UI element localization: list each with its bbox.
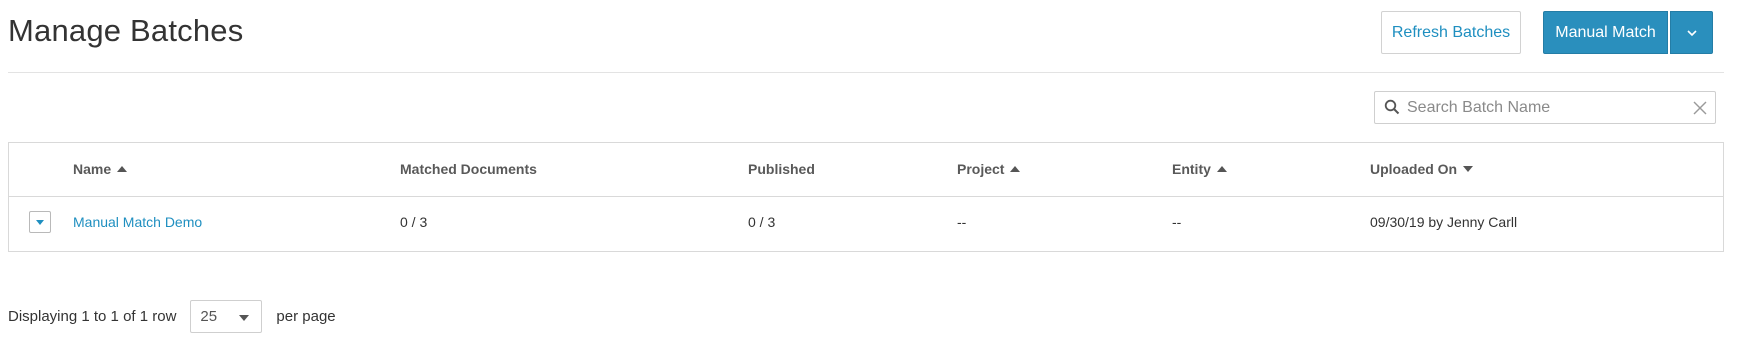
per-page-value: 25 (200, 308, 218, 325)
column-header-entity[interactable]: Entity (1172, 161, 1227, 177)
manual-match-dropdown-button[interactable] (1670, 11, 1713, 54)
clear-icon[interactable] (1692, 100, 1708, 116)
column-header-name[interactable]: Name (73, 161, 128, 177)
table-row: Manual Match Demo 0 / 3 0 / 3 -- -- 09/3… (9, 197, 1723, 251)
chevron-down-icon (239, 315, 250, 321)
sort-asc-icon (1216, 166, 1227, 172)
column-header-label: Uploaded On (1370, 161, 1458, 177)
pagination-footer: Displaying 1 to 1 of 1 row 25 per page (8, 300, 336, 333)
column-header-matched-documents: Matched Documents (400, 161, 537, 177)
entity-cell: -- (1172, 214, 1182, 230)
manual-match-button[interactable]: Manual Match (1543, 11, 1668, 54)
sort-asc-icon (1010, 166, 1021, 172)
per-page-label: per page (276, 308, 336, 325)
uploaded-on-cell: 09/30/19 by Jenny Carll (1370, 214, 1518, 230)
project-cell: -- (957, 214, 967, 230)
search-input[interactable] (1407, 93, 1677, 122)
displaying-count-text: Displaying 1 to 1 of 1 row (8, 308, 177, 325)
expand-row-icon (36, 219, 44, 225)
chevron-down-icon (1686, 29, 1697, 36)
column-header-published: Published (748, 161, 815, 177)
header-divider (8, 72, 1724, 73)
sort-desc-icon (1463, 166, 1474, 172)
per-page-select[interactable]: 25 (190, 300, 263, 333)
column-header-label: Project (957, 161, 1005, 177)
sort-asc-icon (117, 166, 128, 172)
column-header-project[interactable]: Project (957, 161, 1021, 177)
refresh-batches-button[interactable]: Refresh Batches (1381, 11, 1521, 54)
table-header: Name Matched Documents Published Project… (9, 143, 1723, 197)
published-cell: 0 / 3 (748, 214, 776, 230)
column-header-label: Published (748, 161, 815, 177)
matched-documents-cell: 0 / 3 (400, 214, 428, 230)
batch-name-link[interactable]: Manual Match Demo (73, 214, 202, 230)
column-header-label: Name (73, 161, 112, 177)
batches-table: Name Matched Documents Published Project… (8, 142, 1724, 252)
column-header-uploaded-on[interactable]: Uploaded On (1370, 161, 1474, 177)
search-box[interactable] (1374, 91, 1716, 124)
page-title: Manage Batches (8, 13, 244, 48)
column-header-label: Entity (1172, 161, 1211, 177)
expand-row-button[interactable] (29, 211, 51, 233)
search-icon (1384, 99, 1400, 115)
column-header-label: Matched Documents (400, 161, 537, 177)
